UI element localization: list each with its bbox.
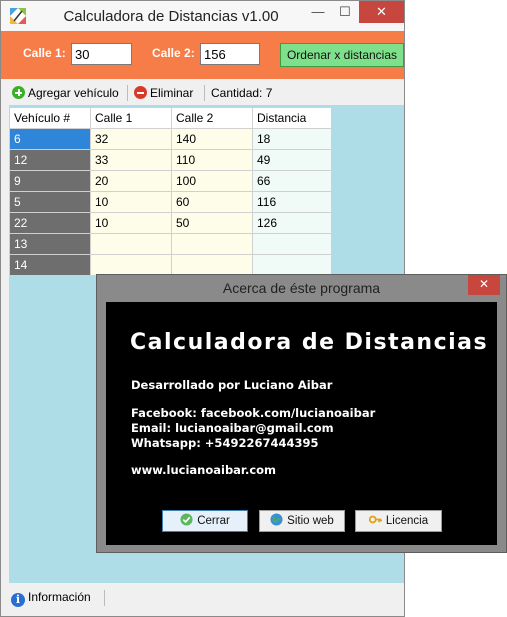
toolbar-separator <box>204 85 205 101</box>
facebook-contact: Facebook: facebook.com/lucianoaibar <box>131 406 376 420</box>
row-distance-cell[interactable]: 116 <box>252 191 332 213</box>
row-vehicle-cell[interactable]: 9 <box>9 170 91 192</box>
row-calle1-cell[interactable]: 33 <box>90 149 172 171</box>
title-bar: Calculadora de Distancias v1.00 — ☐ ✕ <box>1 1 404 31</box>
calle1-input[interactable] <box>71 43 132 65</box>
row-distance-cell[interactable]: 126 <box>252 212 332 234</box>
row-vehicle-cell[interactable]: 5 <box>9 191 91 213</box>
website-label: Sitio web <box>287 515 334 527</box>
table-row[interactable]: 5 10 60 116 <box>9 191 332 213</box>
globe-icon <box>270 513 283 526</box>
row-vehicle-cell[interactable]: 22 <box>9 212 91 234</box>
column-header-calle1[interactable]: Calle 1 <box>90 107 172 129</box>
website-url: www.lucianoaibar.com <box>131 463 277 477</box>
row-calle2-cell[interactable]: 50 <box>171 212 253 234</box>
add-vehicle-button[interactable]: Agregar vehículo <box>12 85 119 101</box>
calle2-label: Calle 2: <box>152 46 195 60</box>
dialog-close-action-button[interactable]: Cerrar <box>162 510 248 532</box>
dialog-close-button[interactable]: ✕ <box>468 275 500 295</box>
row-calle2-cell[interactable]: 110 <box>171 149 253 171</box>
add-vehicle-label: Agregar vehículo <box>28 86 119 100</box>
info-label: Información <box>28 590 91 604</box>
column-header-vehicle[interactable]: Vehículo # <box>9 107 91 129</box>
row-calle2-cell[interactable]: 100 <box>171 170 253 192</box>
row-vehicle-cell[interactable]: 12 <box>9 149 91 171</box>
row-calle1-cell[interactable] <box>90 254 172 276</box>
about-heading: Calculadora de Distancias <box>130 330 489 355</box>
close-action-label: Cerrar <box>197 515 230 527</box>
table-header-row: Vehículo # Calle 1 Calle 2 Distancia <box>9 107 332 129</box>
row-calle2-cell[interactable] <box>171 254 253 276</box>
close-button[interactable]: ✕ <box>359 1 404 23</box>
status-bar: i Información <box>1 586 404 616</box>
street-input-bar: Calle 1: Calle 2: Ordenar x distancias <box>1 31 404 79</box>
email-contact: Email: lucianoaibar@gmail.com <box>131 421 334 435</box>
row-calle2-cell[interactable] <box>171 233 253 255</box>
license-button[interactable]: Licencia <box>355 510 442 532</box>
key-icon <box>368 515 382 524</box>
website-button[interactable]: Sitio web <box>259 510 345 532</box>
vehicle-count: Cantidad: 7 <box>211 86 273 100</box>
row-calle1-cell[interactable]: 20 <box>90 170 172 192</box>
license-label: Licencia <box>385 515 429 527</box>
order-by-distance-button[interactable]: Ordenar x distancias <box>280 43 404 67</box>
check-icon <box>180 513 193 526</box>
window-title: Calculadora de Distancias v1.00 <box>63 8 279 25</box>
row-vehicle-cell[interactable]: 6 <box>9 128 91 150</box>
row-calle1-cell[interactable]: 32 <box>90 128 172 150</box>
info-icon: i <box>11 593 25 607</box>
delete-label: Eliminar <box>150 86 194 100</box>
row-calle1-cell[interactable]: 10 <box>90 212 172 234</box>
calle2-input[interactable] <box>200 43 260 65</box>
maximize-button[interactable]: ☐ <box>332 1 358 23</box>
table-row[interactable]: 14 <box>9 254 332 276</box>
vehicle-table: Vehículo # Calle 1 Calle 2 Distancia 6 3… <box>9 107 332 276</box>
toolbar-separator <box>127 85 128 101</box>
row-calle2-cell[interactable]: 140 <box>171 128 253 150</box>
row-calle1-cell[interactable] <box>90 233 172 255</box>
row-distance-cell[interactable] <box>252 254 332 276</box>
row-calle2-cell[interactable]: 60 <box>171 191 253 213</box>
dialog-body: Calculadora de Distancias Desarrollado p… <box>106 302 497 545</box>
row-distance-cell[interactable]: 66 <box>252 170 332 192</box>
status-separator <box>104 590 105 606</box>
add-icon <box>12 86 25 99</box>
table-row[interactable]: 6 32 140 18 <box>9 128 332 150</box>
minimize-button[interactable]: — <box>305 1 331 23</box>
row-distance-cell[interactable] <box>252 233 332 255</box>
table-row[interactable]: 12 33 110 49 <box>9 149 332 171</box>
table-row[interactable]: 13 <box>9 233 332 255</box>
delete-icon <box>134 86 147 99</box>
whatsapp-contact: Whatsapp: +5492267444395 <box>131 436 319 450</box>
column-header-distance[interactable]: Distancia <box>252 107 332 129</box>
toolbar: Agregar vehículo Eliminar Cantidad: 7 <box>1 81 404 105</box>
row-distance-cell[interactable]: 49 <box>252 149 332 171</box>
row-vehicle-cell[interactable]: 13 <box>9 233 91 255</box>
about-dialog: Acerca de éste programa ✕ Calculadora de… <box>96 274 507 553</box>
row-vehicle-cell[interactable]: 14 <box>9 254 91 276</box>
row-distance-cell[interactable]: 18 <box>252 128 332 150</box>
column-header-calle2[interactable]: Calle 2 <box>171 107 253 129</box>
row-calle1-cell[interactable]: 10 <box>90 191 172 213</box>
dialog-title: Acerca de éste programa <box>222 280 381 296</box>
delete-button[interactable]: Eliminar <box>134 85 193 101</box>
info-button[interactable]: i Información <box>11 589 91 607</box>
calle1-label: Calle 1: <box>23 46 66 60</box>
developer-credit: Desarrollado por Luciano Aibar <box>131 378 333 392</box>
table-row[interactable]: 9 20 100 66 <box>9 170 332 192</box>
table-row[interactable]: 22 10 50 126 <box>9 212 332 234</box>
